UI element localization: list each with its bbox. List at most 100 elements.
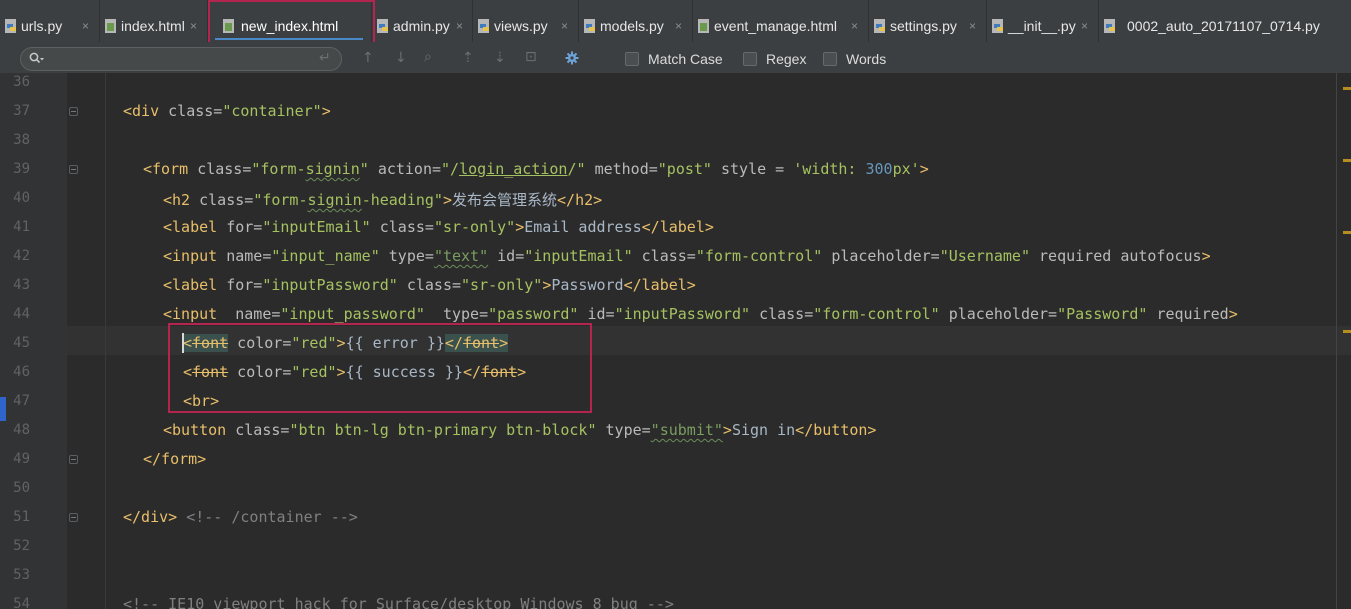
tag-token: > xyxy=(515,218,525,236)
tab-init-py[interactable]: __init__.py × xyxy=(987,0,1099,42)
close-icon[interactable]: × xyxy=(969,19,976,33)
line-number: 54 xyxy=(13,596,30,609)
string-token: "password" xyxy=(488,305,588,323)
code-editor[interactable]: 36 37 38 39 40 41 42 43 44 45 46 47 48 4… xyxy=(0,73,1351,609)
match-case-checkbox[interactable] xyxy=(625,52,639,66)
attr-token: type= xyxy=(388,247,434,265)
string-token: " xyxy=(359,160,378,178)
line-number: 40 xyxy=(13,190,30,206)
attr-token: name= xyxy=(226,247,272,265)
tab-migration-py[interactable]: 0002_auto_20171107_0714.py xyxy=(1099,0,1351,42)
previous-occurrence-icon[interactable]: ↑ xyxy=(362,50,374,66)
line-number: 37 xyxy=(13,103,30,119)
close-icon[interactable]: × xyxy=(851,19,858,33)
string-token: "Password" xyxy=(1057,305,1157,323)
filter-settings-icon[interactable] xyxy=(565,51,580,66)
tab-event-manage-html[interactable]: event_manage.html × xyxy=(693,0,869,42)
tag-token: <input xyxy=(163,247,227,265)
string-token: "form-control" xyxy=(695,247,832,265)
string-token: "inputEmail" xyxy=(262,218,380,236)
close-icon[interactable]: × xyxy=(675,19,682,33)
add-occurrence-icon[interactable]: ⇡ xyxy=(462,50,474,66)
number-token: 300 xyxy=(865,160,893,178)
close-icon[interactable]: × xyxy=(82,19,89,33)
code-line-48: <button class="btn btn-lg btn-primary bt… xyxy=(163,421,876,439)
attr-token: type= xyxy=(442,305,489,323)
match-case-label: Match Case xyxy=(648,51,723,67)
tag-token: > xyxy=(1228,305,1238,323)
string-token: "form-control" xyxy=(813,305,949,323)
regex-checkbox[interactable] xyxy=(743,52,757,66)
attr-token: required xyxy=(1039,247,1121,265)
comment-token: <!-- IE10 viewport hack for Surface/desk… xyxy=(123,595,674,609)
line-number: 36 xyxy=(13,74,30,90)
attr-token: name= xyxy=(235,305,281,323)
close-icon[interactable]: × xyxy=(1081,19,1088,33)
string-token: "input_password" xyxy=(280,305,443,323)
tab-views-py[interactable]: views.py × xyxy=(473,0,579,42)
url-token[interactable]: login_action xyxy=(459,160,567,178)
python-file-icon xyxy=(478,19,489,33)
string-token: signin xyxy=(307,191,362,209)
tab-settings-py[interactable]: settings.py × xyxy=(869,0,987,42)
tab-label: __init__.py xyxy=(1008,18,1076,34)
fold-toggle-icon[interactable] xyxy=(69,165,78,174)
remove-occurrence-icon[interactable]: ⇣ xyxy=(494,50,506,66)
select-all-occurrences-icon[interactable]: ⊡ xyxy=(525,49,537,65)
close-icon[interactable]: × xyxy=(190,19,197,33)
string-token: "inputPassword" xyxy=(262,276,407,294)
next-occurrence-icon[interactable]: ↓ xyxy=(395,50,407,66)
search-icon xyxy=(29,52,44,64)
attr-token: type= xyxy=(605,421,651,439)
warning-marker[interactable] xyxy=(1343,330,1351,333)
line-number: 52 xyxy=(13,538,30,554)
warning-marker[interactable] xyxy=(1343,159,1351,162)
tag-token: <h2 xyxy=(163,191,200,209)
code-line-54: <!-- IE10 viewport hack for Surface/desk… xyxy=(123,595,674,609)
code-line-49: </form> xyxy=(143,450,206,468)
attr-token: class= xyxy=(379,218,434,236)
close-icon[interactable]: × xyxy=(561,19,568,33)
tab-urls-py[interactable]: urls.py × xyxy=(0,0,100,42)
editor-tab-bar: urls.py × index.html × new_index.html ad… xyxy=(0,0,1351,50)
line-number: 50 xyxy=(13,480,30,496)
text-token: Password xyxy=(551,276,624,294)
string-token: "container" xyxy=(222,102,322,120)
warning-marker[interactable] xyxy=(1343,231,1351,234)
tag-token: > xyxy=(542,276,552,294)
code-line-40: <h2 class="form-signin-heading">发布会管理系统<… xyxy=(163,189,602,210)
words-checkbox[interactable] xyxy=(823,52,837,66)
attr-token: class= xyxy=(199,191,254,209)
python-file-icon xyxy=(1104,19,1115,33)
code-line-42: <input name="input_name" type="text" id=… xyxy=(163,247,1211,265)
string-token: signin xyxy=(305,160,360,178)
regex-label: Regex xyxy=(766,51,807,67)
attr-token: method= xyxy=(594,160,658,178)
tab-label: admin.py xyxy=(393,18,450,34)
fold-toggle-icon[interactable] xyxy=(69,513,78,522)
string-token: "input_name" xyxy=(271,247,389,265)
warning-marker[interactable] xyxy=(1343,87,1351,90)
attr-token: required xyxy=(1156,305,1229,323)
find-all-icon[interactable]: ⌕ xyxy=(424,49,432,65)
tag-token: > xyxy=(442,191,452,209)
text-token: Email address xyxy=(524,218,642,236)
tab-models-py[interactable]: models.py × xyxy=(579,0,693,42)
tag-token: <input xyxy=(163,305,236,323)
string-token: "post" xyxy=(657,160,721,178)
fold-toggle-icon[interactable] xyxy=(69,107,78,116)
line-number: 53 xyxy=(13,567,30,583)
enter-icon[interactable]: ↵ xyxy=(319,50,331,66)
close-icon[interactable]: × xyxy=(456,19,463,33)
tab-label: views.py xyxy=(494,18,548,34)
line-number: 45 xyxy=(13,335,30,351)
tab-admin-py[interactable]: admin.py × xyxy=(372,0,473,42)
tab-label: event_manage.html xyxy=(714,18,837,34)
string-token: "sr-only" xyxy=(461,276,543,294)
code-line-43: <label for="inputPassword" class="sr-onl… xyxy=(163,276,696,294)
fold-toggle-icon[interactable] xyxy=(69,455,78,464)
html-file-icon xyxy=(698,19,709,33)
search-input[interactable]: ↵ xyxy=(20,47,342,71)
tag-token: </h2> xyxy=(557,191,603,209)
tab-index-html[interactable]: index.html × xyxy=(100,0,208,42)
